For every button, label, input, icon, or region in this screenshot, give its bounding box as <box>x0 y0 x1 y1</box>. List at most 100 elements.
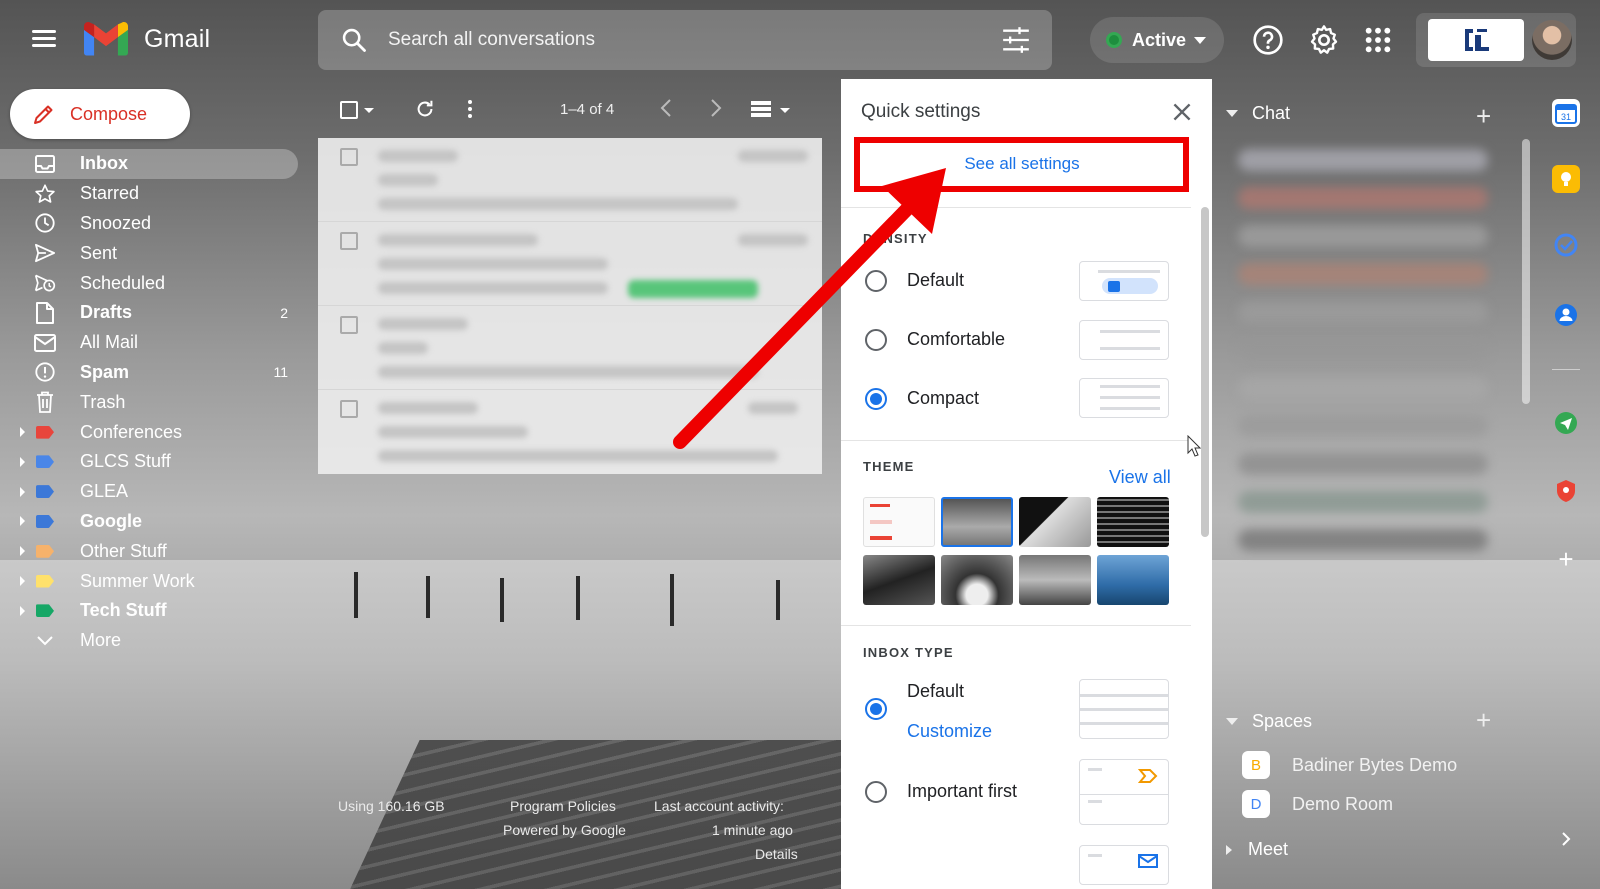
sidebar-item-inbox[interactable]: Inbox <box>0 149 298 179</box>
new-chat-plus-icon[interactable]: + <box>1476 101 1491 132</box>
chat-contact-row[interactable] <box>1238 301 1488 323</box>
search-options-icon[interactable] <box>1002 27 1030 53</box>
compose-button[interactable]: Compose <box>10 89 190 139</box>
chat-contact-row[interactable] <box>1238 415 1488 437</box>
expand-arrow-icon[interactable] <box>20 427 25 438</box>
details-link[interactable]: Details <box>755 846 798 862</box>
sidebar-item-scheduled[interactable]: Scheduled <box>0 268 300 298</box>
density-default-radio[interactable] <box>865 270 887 292</box>
customize-link[interactable]: Customize <box>907 721 992 742</box>
theme-stairs-thumbnail[interactable] <box>1097 497 1169 547</box>
theme-arch-thumbnail[interactable] <box>941 555 1013 605</box>
row-checkbox[interactable] <box>340 148 358 166</box>
density-compact-radio[interactable] <box>865 388 887 410</box>
chat-contact-row[interactable] <box>1238 263 1488 285</box>
expand-arrow-icon[interactable] <box>20 546 25 557</box>
chat-scrollbar[interactable] <box>1522 139 1530 404</box>
table-row[interactable] <box>318 390 822 474</box>
inbox-default-radio[interactable] <box>865 698 887 720</box>
meet-section-header[interactable]: Meet <box>1226 839 1288 860</box>
sidebar-item-conferences[interactable]: Conferences <box>0 417 300 447</box>
calendar-icon[interactable]: 31 <box>1552 99 1580 127</box>
sidebar-item-drafts[interactable]: Drafts 2 <box>0 298 300 328</box>
account-avatar[interactable] <box>1532 20 1572 60</box>
chat-contact-row[interactable] <box>1238 187 1488 209</box>
keep-notes-icon[interactable] <box>1552 165 1580 193</box>
main-menu-button[interactable] <box>28 26 60 54</box>
chat-section-header[interactable]: Chat <box>1226 103 1290 124</box>
expand-arrow-icon[interactable] <box>20 486 25 497</box>
density-comfortable-radio[interactable] <box>865 329 887 351</box>
table-row[interactable] <box>318 222 822 306</box>
program-policies-link[interactable]: Program Policies <box>510 798 616 814</box>
search-input[interactable] <box>388 22 948 58</box>
sidebar-item-spam[interactable]: Spam 11 <box>0 358 300 388</box>
chat-contact-row[interactable] <box>1238 149 1488 171</box>
theme-dock-thumbnail[interactable] <box>1019 555 1091 605</box>
theme-tunnel-thumbnail[interactable] <box>1019 497 1091 547</box>
sidebar-item-summer-work[interactable]: Summer Work <box>0 566 300 596</box>
theme-mountains-thumbnail[interactable] <box>863 555 935 605</box>
status-dropdown[interactable]: Active <box>1090 17 1224 63</box>
close-icon[interactable] <box>1169 99 1195 125</box>
chat-contact-row[interactable] <box>1238 377 1488 399</box>
space-item[interactable]: D Demo Room <box>1242 790 1393 818</box>
sidebar-item-all-mail[interactable]: All Mail <box>0 328 300 358</box>
addon-shield-icon[interactable] <box>1552 477 1580 505</box>
get-addons-plus-icon[interactable]: + <box>1552 544 1580 574</box>
sidebar-item-trash[interactable]: Trash <box>0 387 300 417</box>
space-item[interactable]: B Badiner Bytes Demo <box>1242 751 1457 779</box>
quick-settings-scrollbar[interactable] <box>1201 207 1209 537</box>
row-checkbox[interactable] <box>340 232 358 250</box>
account-switcher[interactable] <box>1416 13 1576 67</box>
sidebar-item-tech-stuff[interactable]: Tech Stuff <box>0 596 300 626</box>
settings-gear-icon[interactable] <box>1308 24 1340 56</box>
sidebar-item-more[interactable]: More <box>0 626 300 656</box>
select-caret-icon[interactable] <box>364 108 374 113</box>
chevron-right-icon[interactable] <box>710 98 722 118</box>
expand-arrow-icon[interactable] <box>20 456 25 467</box>
sidebar-item-glea[interactable]: GLEA <box>0 477 300 507</box>
search-icon[interactable] <box>340 26 368 54</box>
theme-whale-thumbnail[interactable] <box>1097 555 1169 605</box>
sidebar-item-starred[interactable]: Starred <box>0 179 300 209</box>
theme-view-all-link[interactable]: View all <box>1109 467 1171 488</box>
chevron-left-icon[interactable] <box>660 98 672 118</box>
chat-contact-row[interactable] <box>1238 339 1488 361</box>
spaces-section-header[interactable]: Spaces <box>1226 711 1312 732</box>
sidebar-item-sent[interactable]: Sent <box>0 238 300 268</box>
row-checkbox[interactable] <box>340 400 358 418</box>
tasks-icon[interactable] <box>1552 231 1580 259</box>
row-checkbox[interactable] <box>340 316 358 334</box>
sidebar-item-snoozed[interactable]: Snoozed <box>0 209 300 239</box>
sidebar-item-google[interactable]: Google <box>0 507 300 537</box>
sidebar-item-label: Starred <box>80 183 140 204</box>
sidebar-item-glcs-stuff[interactable]: GLCS Stuff <box>0 447 300 477</box>
table-row[interactable] <box>318 138 822 222</box>
theme-default-thumbnail[interactable] <box>863 497 935 547</box>
help-icon[interactable] <box>1252 24 1284 56</box>
split-pane-caret-icon[interactable] <box>780 108 790 113</box>
split-pane-icon[interactable] <box>750 100 772 118</box>
chat-contact-row[interactable] <box>1238 225 1488 247</box>
contacts-icon[interactable] <box>1552 301 1580 329</box>
inbox-important-first-radio[interactable] <box>865 781 887 803</box>
chat-contact-row[interactable] <box>1238 491 1488 513</box>
chevron-right-icon[interactable] <box>1552 825 1580 853</box>
refresh-icon[interactable] <box>414 98 436 120</box>
chat-contact-row[interactable] <box>1238 529 1488 551</box>
new-space-plus-icon[interactable]: + <box>1476 705 1491 736</box>
table-row[interactable] <box>318 306 822 390</box>
addon-send-icon[interactable] <box>1552 409 1580 437</box>
search-bar[interactable] <box>318 10 1052 70</box>
theme-pier-thumbnail[interactable] <box>941 497 1013 547</box>
gmail-logo[interactable]: Gmail <box>84 22 210 56</box>
expand-arrow-icon[interactable] <box>20 516 25 527</box>
chat-contact-row[interactable] <box>1238 453 1488 475</box>
expand-arrow-icon[interactable] <box>20 605 25 616</box>
google-apps-icon[interactable] <box>1362 24 1394 56</box>
sidebar-item-other-stuff[interactable]: Other Stuff <box>0 536 300 566</box>
select-all-checkbox[interactable] <box>340 101 358 119</box>
more-options-icon[interactable] <box>466 98 474 120</box>
expand-arrow-icon[interactable] <box>20 576 25 587</box>
